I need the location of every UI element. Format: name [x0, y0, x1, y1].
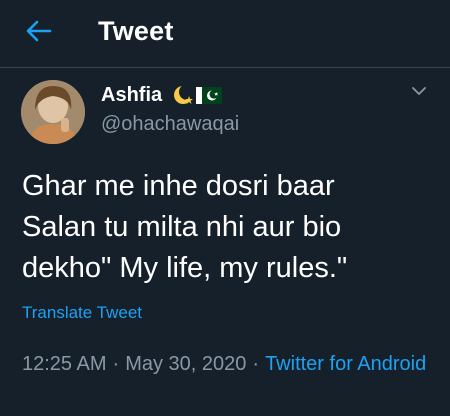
chevron-down-icon: [411, 83, 427, 101]
back-button[interactable]: [22, 19, 56, 47]
tweet-metadata: 12:25 AM · May 30, 2020 · Twitter for Androi…: [22, 349, 432, 379]
author-name[interactable]: Ashfia: [101, 84, 162, 107]
arrow-left-icon: [26, 20, 52, 47]
avatar-image: [21, 80, 85, 144]
tweet-date: May 30, 2020: [125, 353, 247, 375]
tweet-time: 12:25 AM: [22, 353, 107, 375]
translate-tweet-link[interactable]: Translate Tweet: [22, 303, 142, 323]
tweet-client-link[interactable]: Twitter for Android: [265, 353, 426, 375]
page-title: Tweet: [98, 16, 174, 46]
tweet-text: Ghar me inhe dosri baar Salan tu milta n…: [22, 170, 348, 284]
avatar[interactable]: [21, 80, 85, 144]
author-handle[interactable]: @ohachawaqai: [101, 113, 239, 136]
meta-separator: ·: [252, 353, 260, 375]
pakistan-flag-icon: [172, 83, 224, 107]
header-bar: Tweet: [0, 0, 450, 67]
tweet-menu-button[interactable]: [408, 84, 430, 100]
meta-separator: ·: [112, 353, 120, 375]
